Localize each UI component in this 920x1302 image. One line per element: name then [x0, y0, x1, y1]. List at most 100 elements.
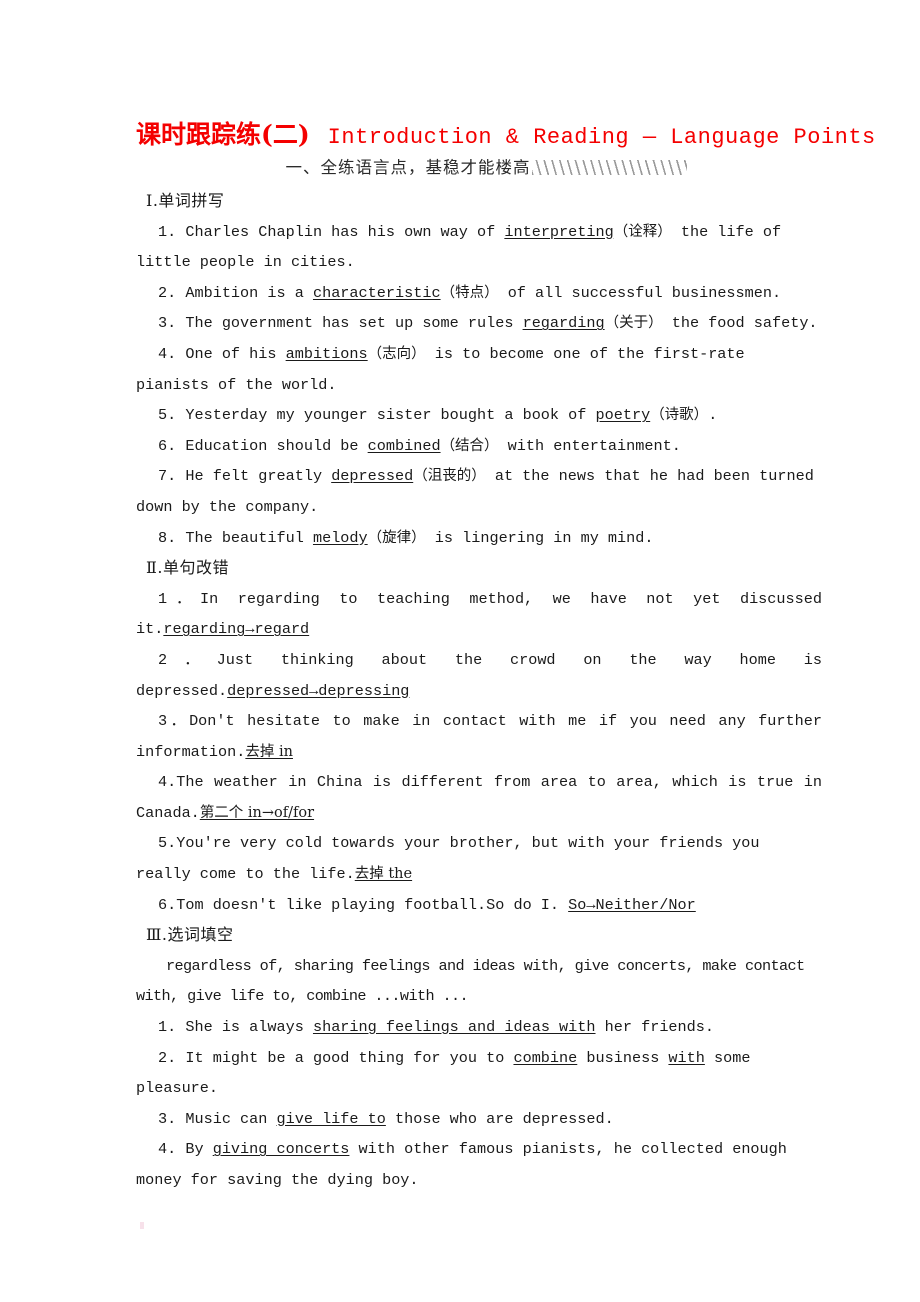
item-pre: Education should be	[185, 436, 368, 455]
item-gloss: （特点）	[440, 284, 499, 301]
item-number: 4.	[158, 344, 177, 363]
item-post: with entertainment.	[498, 436, 681, 455]
section-3-heading: Ⅲ.选词填空	[146, 925, 234, 945]
item-number: 4.	[158, 1140, 177, 1159]
item-answer: depressed	[331, 467, 414, 486]
word-bank-text: regardless of, sharing feelings and idea…	[136, 956, 805, 1006]
item-answer: melody	[312, 528, 368, 547]
item-number: 2．	[158, 650, 217, 669]
item-number: 5.	[158, 406, 177, 425]
worksheet-page: 课时跟踪练(二) Introduction & Reading — Languag…	[0, 0, 920, 1302]
item-post: .	[708, 406, 718, 425]
section-1-item-3: 3. The government has set up some rules …	[136, 308, 822, 339]
item-pre: The beautiful	[185, 528, 313, 547]
section-banner: 一、全练语言点，基稳才能楼高	[136, 156, 836, 181]
section-banner-label: 一、全练语言点，基稳才能楼高	[285, 158, 531, 177]
section-2-item-6: 6.Tom doesn't like playing football.So d…	[136, 890, 822, 921]
section-3-item-3: 3. Music can give life to those who are …	[136, 1104, 822, 1135]
item-sentence: Don't hesitate to make in contact with m…	[136, 712, 822, 761]
page-title-chinese: 课时跟踪练(二)	[136, 120, 310, 149]
item-correction: So→Neither/Nor	[568, 895, 696, 914]
item-pre: One of his	[185, 344, 286, 363]
item-answer: ambitions	[285, 344, 368, 363]
page-title: 课时跟踪练(二) Introduction & Reading — Languag…	[136, 118, 875, 155]
section-1-item-6: 6. Education should be combined（结合） with…	[136, 431, 822, 462]
item-number: 6.	[158, 895, 177, 914]
section-1-item-1: 1. Charles Chaplin has his own way of in…	[136, 217, 822, 278]
item-answer: poetry	[595, 406, 651, 425]
item-gloss: （结合）	[440, 437, 499, 454]
section-3-item-2: 2. It might be a good thing for you to c…	[136, 1043, 822, 1104]
item-pre: It might be a good thing for you to	[185, 1048, 514, 1067]
item-post: is lingering in my mind.	[425, 528, 654, 547]
worksheet-content: Ⅰ.单词拼写 1. Charles Chaplin has his own wa…	[136, 186, 822, 1196]
item-correction: regarding→regard	[163, 620, 310, 639]
item-answer: interpreting	[504, 222, 614, 241]
page-title-english: Introduction & Reading — Language Points	[327, 125, 876, 150]
item-pre: The government has set up some rules	[185, 314, 523, 333]
section-2-heading: Ⅱ.单句改错	[146, 558, 229, 578]
item-pre: He felt greatly	[185, 467, 332, 486]
hatch-decoration-icon	[531, 160, 687, 175]
section-2-item-5: 5.You're very cold towards your brother,…	[136, 828, 822, 889]
item-pre: Ambition is a	[185, 283, 313, 302]
item-gloss: （关于）	[604, 315, 663, 332]
item-number: 7.	[158, 467, 177, 486]
item-answer: give life to	[276, 1109, 386, 1128]
scan-artifact	[140, 1222, 144, 1229]
item-pre: Yesterday my younger sister bought a boo…	[185, 406, 596, 425]
item-correction-chinese: 去掉 in	[245, 743, 293, 760]
item-number: 3.	[158, 1109, 177, 1128]
item-pre: By	[185, 1140, 213, 1159]
item-number: 1．	[158, 589, 201, 608]
item-gloss: （旋律）	[367, 529, 426, 546]
item-correction-chinese: 去掉 the	[354, 866, 413, 883]
item-post: those who are depressed.	[385, 1109, 614, 1128]
item-post: her friends.	[595, 1018, 714, 1037]
item-answer: combined	[367, 436, 441, 455]
item-answer: characteristic	[312, 283, 441, 302]
item-pre: Charles Chaplin has his own way of	[185, 222, 505, 241]
section-2-item-4: 4.The weather in China is different from…	[136, 767, 822, 828]
item-pre: She is always	[185, 1018, 313, 1037]
item-answer-secondary: with	[668, 1048, 705, 1067]
item-answer: giving concerts	[212, 1140, 350, 1159]
section-1-item-5: 5. Yesterday my younger sister bought a …	[136, 400, 822, 431]
item-number: 6.	[158, 436, 177, 455]
item-number: 2.	[158, 283, 177, 302]
section-2-item-3: 3．Don't hesitate to make in contact with…	[136, 706, 822, 767]
section-1-item-7: 7. He felt greatly depressed（沮丧的） at the…	[136, 461, 822, 522]
item-correction: depressed→depressing	[227, 681, 410, 700]
section-1-item-2: 2. Ambition is a characteristic（特点） of a…	[136, 278, 822, 309]
section-3-item-1: 1. She is always sharing feelings and id…	[136, 1012, 822, 1043]
item-number: 1.	[158, 222, 177, 241]
section-1-item-8: 8. The beautiful melody（旋律） is lingering…	[136, 523, 822, 554]
section-2-item-1: 1．In regarding to teaching method, we ha…	[136, 584, 822, 645]
item-gloss: （诠释）	[613, 223, 672, 240]
item-gloss: （志向）	[367, 345, 426, 362]
section-1-item-4: 4. One of his ambitions（志向） is to become…	[136, 339, 822, 400]
section-1-heading: Ⅰ.单词拼写	[146, 191, 225, 210]
item-answer: sharing feelings and ideas with	[312, 1018, 596, 1037]
item-number: 1.	[158, 1018, 177, 1037]
item-number: 3．	[158, 712, 190, 731]
item-gloss: （诗歌）	[650, 407, 709, 424]
item-answer: combine	[513, 1048, 578, 1067]
item-sentence: You're very cold towards your brother, b…	[136, 834, 760, 884]
item-number: 3.	[158, 314, 177, 333]
item-number: 2.	[158, 1048, 177, 1067]
item-mid: business	[577, 1048, 669, 1067]
item-answer: regarding	[522, 314, 605, 333]
item-gloss: （沮丧的）	[413, 468, 486, 485]
item-number: 4.	[158, 773, 177, 792]
section-3-word-bank: regardless of, sharing feelings and idea…	[136, 951, 822, 1012]
item-sentence: Tom doesn't like playing football.So do …	[176, 895, 560, 914]
section-3-item-4: 4. By giving concerts with other famous …	[136, 1134, 822, 1195]
item-pre: Music can	[185, 1109, 277, 1128]
item-post: the food safety.	[662, 314, 818, 333]
item-number: 8.	[158, 528, 177, 547]
item-post: of all successful businessmen.	[498, 283, 782, 302]
section-2-item-2: 2．Just thinking about the crowd on the w…	[136, 645, 822, 706]
item-number: 5.	[158, 834, 177, 853]
item-correction-chinese: 第二个 in→of/for	[199, 804, 315, 821]
